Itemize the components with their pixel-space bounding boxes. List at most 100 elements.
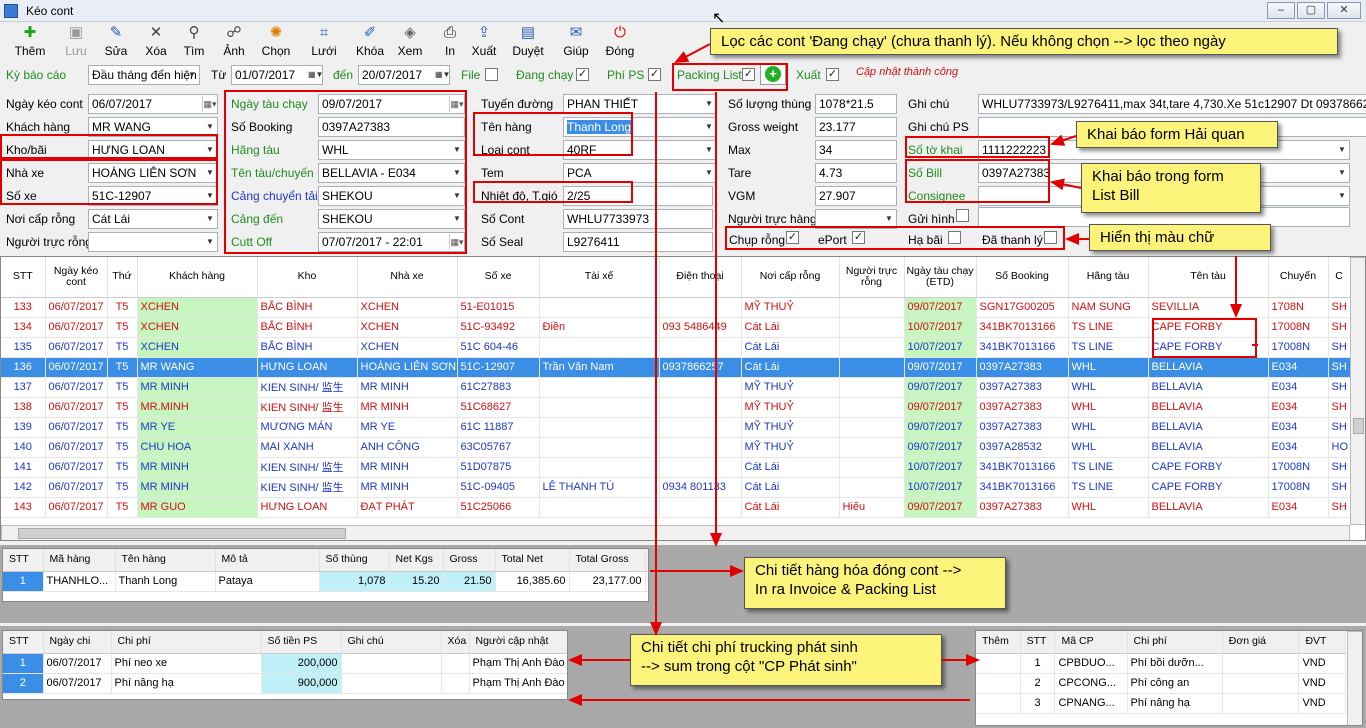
table-cell[interactable]: 17008N	[1268, 337, 1329, 358]
column-header[interactable]: Gross	[443, 549, 496, 572]
table-cell[interactable]	[839, 417, 905, 438]
ghi-chu-field[interactable]: WHLU7733973/L9276411,max 34t,tare 4,730.…	[978, 94, 1366, 114]
table-row[interactable]: 140 06/07/2017 T5 CHU HOA MAI XANH ANH CÔNG 63…	[1, 437, 1351, 458]
table-cell[interactable]: 10/07/2017	[904, 457, 977, 478]
table-cell[interactable]: 141	[1, 457, 46, 478]
table-row[interactable]: 141 06/07/2017 T5 MR MINH KIEN SINH/ 监生 MR MI…	[1, 457, 1351, 478]
table-row[interactable]: 2 CPCONG... Phí công an VND	[976, 673, 1346, 694]
column-header[interactable]: Ngày tàu chạy (ETD)	[904, 257, 977, 298]
table-cell[interactable]: T5	[107, 417, 138, 438]
table-cell[interactable]	[659, 417, 742, 438]
table-cell[interactable]: T5	[107, 357, 138, 378]
table-cell[interactable]: MỸ THUỶ	[741, 437, 840, 458]
table-cell[interactable]: Điền	[539, 317, 660, 338]
table-cell[interactable]: SH	[1328, 317, 1351, 338]
table-cell[interactable]: Cát Lái	[741, 337, 840, 358]
table-row[interactable]: 136 06/07/2017 T5 MR WANG HƯNG LOAN HOÀNG LIÊ…	[1, 357, 1351, 378]
column-header[interactable]: Mã hàng	[43, 549, 116, 572]
table-cell[interactable]	[441, 653, 470, 674]
table-cell[interactable]: 1	[3, 571, 44, 592]
column-header[interactable]: Nhà xe	[357, 257, 458, 298]
table-row[interactable]: 2 06/07/2017 Phí nâng hạ 900,000 Phạm Thị An…	[3, 673, 567, 694]
table-cell[interactable]: SH	[1328, 457, 1351, 478]
table-cell[interactable]: Phí bồi dưỡn...	[1127, 653, 1223, 674]
table-cell[interactable]: MR MINH	[137, 457, 258, 478]
table-cell[interactable]: 2	[1020, 673, 1056, 694]
column-header[interactable]: C	[1328, 257, 1351, 298]
table-cell[interactable]: WHL	[1068, 357, 1149, 378]
table-cell[interactable]: E034	[1268, 417, 1329, 438]
nguoi-truc-rong-field[interactable]: ▼	[88, 232, 218, 252]
table-cell[interactable]: MỸ THUỶ	[741, 397, 840, 418]
table-cell[interactable]	[659, 457, 742, 478]
table-cell[interactable]	[1222, 693, 1300, 714]
table-cell[interactable]: Cát Lái	[741, 357, 840, 378]
table-cell[interactable]: 09/07/2017	[904, 437, 977, 458]
table-cell[interactable]: TS LINE	[1068, 317, 1149, 338]
table-row[interactable]: 1 CPBDUO... Phí bồi dưỡn... VND	[976, 653, 1346, 674]
main-grid-hscroll[interactable]	[1, 525, 1350, 540]
ha-bai-checkbox[interactable]	[948, 231, 961, 244]
column-header[interactable]: Net Kgs	[389, 549, 444, 572]
table-cell[interactable]: BẮC BÌNH	[257, 317, 358, 338]
column-header[interactable]: Mã CP	[1054, 631, 1128, 654]
table-cell[interactable]: CAPE FORBY	[1148, 337, 1269, 358]
noi-cap-rong-field[interactable]: Cát Lái ▼	[88, 209, 218, 229]
table-cell[interactable]: BẮC BÌNH	[257, 337, 358, 358]
table-cell[interactable]: WHL	[1068, 437, 1149, 458]
chup-rong-checkbox[interactable]: ✓	[786, 231, 799, 244]
table-cell[interactable]: XCHEN	[357, 317, 458, 338]
table-cell[interactable]: 10/07/2017	[904, 337, 977, 358]
table-cell[interactable]: KIEN SINH/ 监生	[257, 457, 358, 478]
table-cell[interactable]: 16,385.60	[495, 571, 570, 592]
table-cell[interactable]: SH	[1328, 377, 1351, 398]
table-cell[interactable]: 06/07/2017	[45, 297, 108, 318]
column-header[interactable]: STT	[3, 549, 44, 572]
table-cell[interactable]: MR MINH	[357, 477, 458, 498]
column-header[interactable]: Số thùng	[319, 549, 390, 572]
table-cell[interactable]	[659, 397, 742, 418]
hscroll-thumb[interactable]	[18, 528, 346, 539]
column-header[interactable]: Tài xế	[539, 257, 660, 298]
table-cell[interactable]: 17008N	[1268, 457, 1329, 478]
table-cell[interactable]: TS LINE	[1068, 477, 1149, 498]
table-cell[interactable]: SH	[1328, 337, 1351, 358]
column-header[interactable]: Số tiền PS	[261, 631, 342, 654]
table-row[interactable]: 1 THANHLO... Thanh Long Pataya 1,078 15.20 21.…	[3, 571, 648, 592]
table-cell[interactable]: BELLAVIA	[1148, 357, 1269, 378]
table-cell[interactable]: Phí neo xe	[111, 653, 262, 674]
cost-grid[interactable]: STT Ngày chi Chi phí Số tiền PS Ghi chú Xóa Ng…	[2, 630, 568, 700]
table-cell[interactable]: MR.MINH	[137, 397, 258, 418]
table-cell[interactable]: 06/07/2017	[45, 377, 108, 398]
table-cell[interactable]: MỸ THUỶ	[741, 377, 840, 398]
table-row[interactable]: 135 06/07/2017 T5 XCHEN BẮC BÌNH XCHEN 51C 604…	[1, 337, 1351, 358]
table-cell[interactable]: BELLAVIA	[1148, 377, 1269, 398]
table-cell[interactable]: 17008N	[1268, 317, 1329, 338]
table-cell[interactable]: HƯNG LOAN	[257, 497, 358, 518]
table-cell[interactable]: 06/07/2017	[45, 317, 108, 338]
table-cell[interactable]: 63C05767	[457, 437, 540, 458]
goods-grid[interactable]: STT Mã hàng Tên hàng Mô tả Số thùng Net Kgs Gr…	[2, 548, 649, 602]
table-cell[interactable]: MR MINH	[137, 477, 258, 498]
tare-field[interactable]: 4.73	[815, 163, 897, 183]
hang-tau-field[interactable]: WHL ▼	[318, 140, 465, 160]
table-cell[interactable]: MR WANG	[137, 357, 258, 378]
so-luong-thung-field[interactable]: 1078*21.5	[815, 94, 897, 114]
loai-cont-field[interactable]: 40RF ▼	[563, 140, 717, 160]
table-row[interactable]: 134 06/07/2017 T5 XCHEN BẮC BÌNH XCHEN 51C-934…	[1, 317, 1351, 338]
table-cell[interactable]	[976, 693, 1021, 714]
column-header[interactable]: Đơn giá	[1222, 631, 1300, 654]
main-grid[interactable]: STT Ngày kéo cont Thứ Khách hàng Kho Nhà xe Số…	[0, 256, 1366, 541]
table-cell[interactable]: XCHEN	[137, 317, 258, 338]
column-header[interactable]: STT	[3, 631, 44, 654]
column-header[interactable]: Hãng tàu	[1068, 257, 1149, 298]
table-cell[interactable]: 1,078	[319, 571, 390, 592]
table-cell[interactable]: 0397A27383	[976, 417, 1069, 438]
table-cell[interactable]: WHL	[1068, 497, 1149, 518]
nguoi-truc-hang-field[interactable]: ▼	[815, 209, 897, 229]
table-cell[interactable]: Thanh Long	[115, 571, 216, 592]
table-cell[interactable]: 134	[1, 317, 46, 338]
table-cell[interactable]: 06/07/2017	[45, 497, 108, 518]
table-cell[interactable]: 140	[1, 437, 46, 458]
table-cell[interactable]: 1	[1020, 653, 1056, 674]
